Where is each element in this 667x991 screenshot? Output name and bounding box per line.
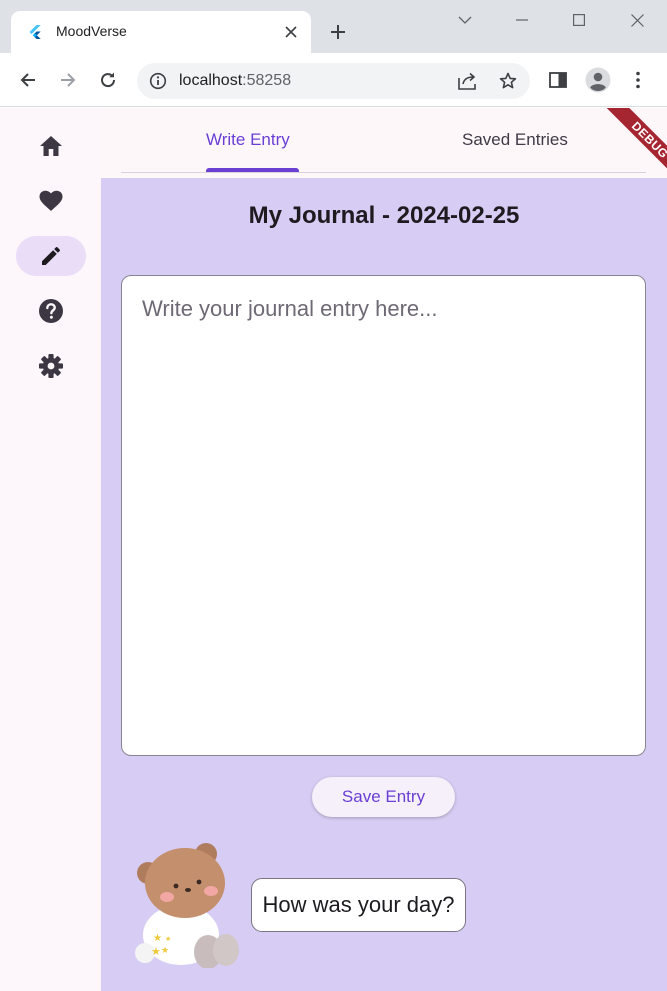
close-window-icon[interactable] bbox=[625, 8, 649, 32]
tab-bar-divider bbox=[121, 172, 646, 173]
save-entry-button[interactable]: Save Entry bbox=[312, 777, 455, 817]
new-tab-icon[interactable] bbox=[325, 19, 351, 45]
address-bar[interactable]: localhost:58258 bbox=[137, 63, 530, 99]
tab-search-icon[interactable] bbox=[453, 8, 477, 32]
url-text[interactable]: localhost:58258 bbox=[179, 72, 291, 90]
navigation-rail bbox=[0, 108, 101, 991]
rail-item-home[interactable] bbox=[16, 126, 86, 166]
journal-entry-field[interactable] bbox=[121, 275, 646, 756]
browser-tab[interactable]: MoodVerse bbox=[11, 11, 311, 53]
site-info-icon[interactable] bbox=[149, 72, 167, 90]
reload-icon[interactable] bbox=[93, 65, 123, 95]
rail-item-journal[interactable] bbox=[16, 236, 86, 276]
mascot-prompt-text: How was your day? bbox=[262, 892, 455, 917]
browser-tabstrip: MoodVerse bbox=[0, 0, 667, 53]
rail-item-settings[interactable] bbox=[16, 346, 86, 386]
back-arrow-icon[interactable] bbox=[13, 65, 43, 95]
svg-text:★: ★ bbox=[153, 933, 162, 944]
help-circle-icon bbox=[39, 299, 63, 323]
rail-item-help[interactable] bbox=[16, 291, 86, 331]
journal-panel: My Journal - 2024-02-25 Save Entry ★ ★ ★… bbox=[101, 178, 667, 991]
profile-avatar-icon[interactable] bbox=[583, 65, 613, 95]
bookmark-star-icon[interactable] bbox=[496, 69, 520, 93]
flutter-logo-icon bbox=[29, 25, 41, 39]
speech-bubble: How was your day? bbox=[251, 878, 466, 932]
browser-tab-title: MoodVerse bbox=[56, 23, 127, 39]
svg-text:★: ★ bbox=[165, 935, 171, 943]
journal-entry-input[interactable] bbox=[122, 276, 645, 755]
settings-gear-icon bbox=[39, 354, 63, 378]
browser-toolbar: localhost:58258 bbox=[0, 53, 667, 107]
heart-icon bbox=[39, 190, 63, 211]
maximize-icon[interactable] bbox=[567, 8, 591, 32]
app-viewport: Write Entry Saved Entries DEBUG My Journ… bbox=[0, 108, 667, 991]
share-icon[interactable] bbox=[456, 69, 480, 93]
home-icon bbox=[40, 136, 62, 156]
edit-pencil-icon bbox=[42, 247, 60, 265]
tab-write-entry[interactable]: Write Entry bbox=[206, 130, 290, 150]
menu-dots-icon[interactable] bbox=[623, 65, 653, 95]
svg-text:★: ★ bbox=[151, 945, 161, 958]
page-title: My Journal - 2024-02-25 bbox=[248, 202, 520, 229]
minimize-icon[interactable] bbox=[510, 8, 534, 32]
tab-bar: Write Entry Saved Entries bbox=[101, 108, 667, 178]
rail-item-favorites[interactable] bbox=[16, 181, 86, 221]
tab-saved-entries[interactable]: Saved Entries bbox=[462, 130, 568, 150]
close-tab-icon[interactable] bbox=[281, 22, 301, 42]
teddy-bear-mascot-icon: ★ ★ ★ ★ bbox=[135, 843, 239, 968]
side-panel-icon[interactable] bbox=[543, 65, 573, 95]
forward-arrow-icon[interactable] bbox=[53, 65, 83, 95]
svg-text:★: ★ bbox=[161, 946, 169, 956]
